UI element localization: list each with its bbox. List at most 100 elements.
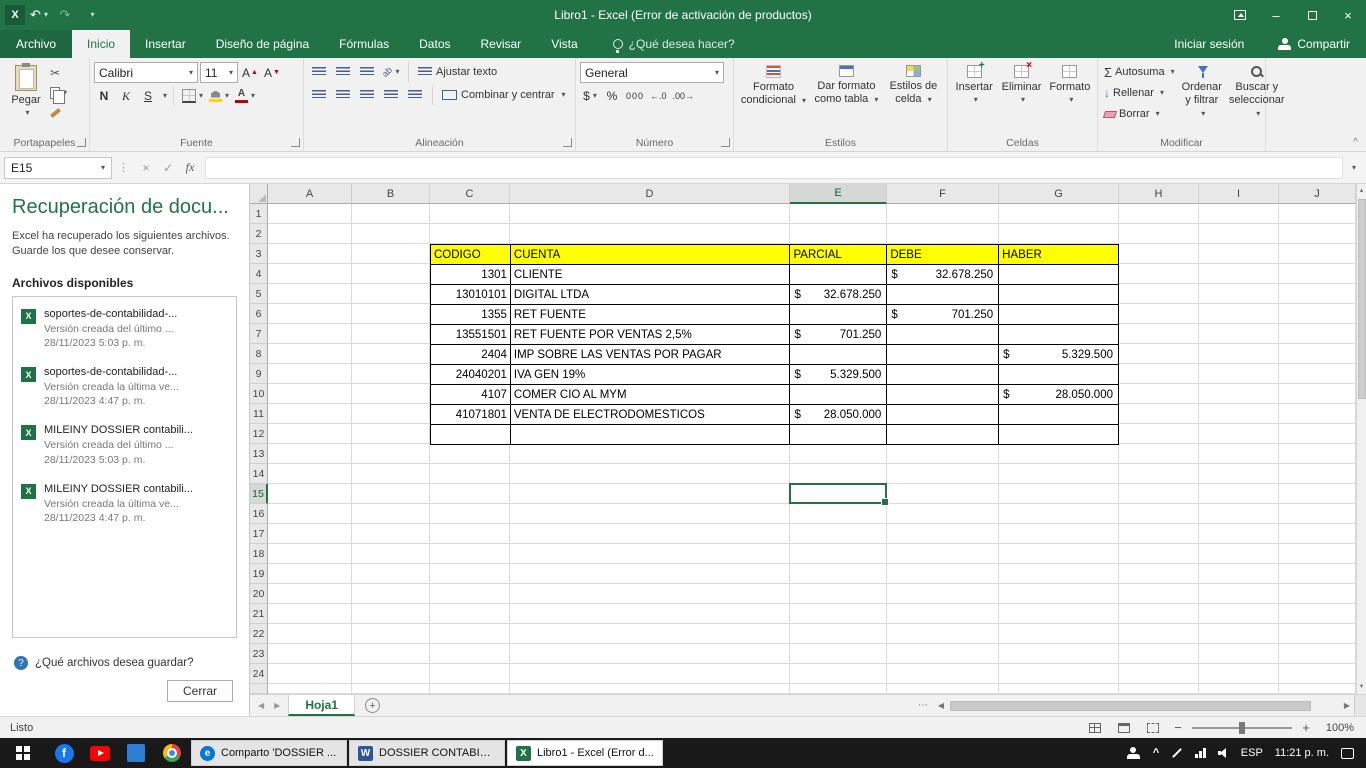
cell-j1[interactable] bbox=[1279, 204, 1356, 224]
conditional-formatting-button[interactable]: Formato condicional ▾ bbox=[738, 62, 809, 134]
cell-g13[interactable] bbox=[999, 444, 1119, 464]
row-header-20[interactable]: 20 bbox=[250, 584, 268, 604]
next-sheet-button[interactable]: ▶ bbox=[274, 701, 280, 710]
cell-b12[interactable] bbox=[352, 424, 430, 444]
row-header-16[interactable]: 16 bbox=[250, 504, 268, 524]
cell-e1[interactable] bbox=[790, 204, 887, 224]
formula-input[interactable] bbox=[205, 156, 1343, 179]
cell-c4[interactable]: 1301 bbox=[430, 264, 510, 284]
cell-h13[interactable] bbox=[1119, 444, 1199, 464]
row-header-18[interactable]: 18 bbox=[250, 544, 268, 564]
row-header-8[interactable]: 8 bbox=[250, 344, 268, 364]
cell-e8[interactable] bbox=[789, 344, 887, 364]
row-header-11[interactable]: 11 bbox=[250, 404, 268, 424]
cell-i16[interactable] bbox=[1199, 504, 1279, 524]
cell-j6[interactable] bbox=[1279, 304, 1356, 324]
cell-g10[interactable]: $28.050.000 bbox=[998, 384, 1118, 404]
excel-app-icon[interactable]: X bbox=[5, 5, 25, 25]
cell-j23[interactable] bbox=[1279, 644, 1356, 664]
cell-g20[interactable] bbox=[999, 584, 1119, 604]
ribbon-tab-vista[interactable]: Vista bbox=[536, 30, 592, 58]
cell-j22[interactable] bbox=[1279, 624, 1356, 644]
ribbon-tab-inicio[interactable]: Inicio bbox=[72, 30, 131, 58]
cell-e16[interactable] bbox=[790, 504, 887, 524]
taskbar-icon-facebook[interactable]: f bbox=[46, 738, 82, 768]
cell-f24[interactable] bbox=[887, 664, 999, 684]
cell-h14[interactable] bbox=[1119, 464, 1199, 484]
cell-d2[interactable] bbox=[510, 224, 790, 244]
cell-d22[interactable] bbox=[510, 624, 790, 644]
cell-d16[interactable] bbox=[510, 504, 790, 524]
start-button[interactable] bbox=[0, 738, 46, 768]
cell-h5[interactable] bbox=[1119, 284, 1199, 304]
cell-e5[interactable]: $32.678.250 bbox=[789, 284, 887, 304]
align-top-button[interactable] bbox=[308, 62, 330, 82]
insert-cells-button[interactable]: + Insertar ▾ bbox=[952, 60, 996, 134]
cell-a10[interactable] bbox=[268, 384, 352, 404]
cell-b11[interactable] bbox=[352, 404, 430, 424]
cell-g21[interactable] bbox=[999, 604, 1119, 624]
format-painter-button[interactable] bbox=[48, 104, 69, 122]
cell-e6[interactable] bbox=[789, 304, 887, 324]
row-header-23[interactable]: 23 bbox=[250, 644, 268, 664]
cell-f22[interactable] bbox=[887, 624, 999, 644]
decrease-indent-button[interactable] bbox=[380, 85, 402, 105]
cell-d3[interactable]: CUENTA bbox=[509, 244, 790, 264]
close-pane-button[interactable]: Cerrar bbox=[166, 680, 233, 702]
cell-d18[interactable] bbox=[510, 544, 790, 564]
cell-c21[interactable] bbox=[430, 604, 510, 624]
recovered-file-item[interactable]: Xsoportes-de-contabilidad-... Versión cre… bbox=[13, 359, 236, 417]
cell-g16[interactable] bbox=[999, 504, 1119, 524]
format-cells-button[interactable]: Formato ▾ bbox=[1047, 62, 1093, 134]
cell-e7[interactable]: $701.250 bbox=[789, 324, 887, 344]
cell-c18[interactable] bbox=[430, 544, 510, 564]
autosum-button[interactable]: Σ Autosuma ▾ bbox=[1102, 62, 1177, 82]
ribbon-tab-revisar[interactable]: Revisar bbox=[466, 30, 537, 58]
cell-j13[interactable] bbox=[1279, 444, 1356, 464]
cell-b16[interactable] bbox=[352, 504, 430, 524]
cell-j20[interactable] bbox=[1279, 584, 1356, 604]
cell-b24[interactable] bbox=[352, 664, 430, 684]
maximize-button[interactable] bbox=[1294, 0, 1330, 30]
cell-d4[interactable]: CLIENTE bbox=[509, 264, 790, 284]
cell-a7[interactable] bbox=[268, 324, 352, 344]
cell-g6[interactable] bbox=[998, 304, 1118, 324]
cell-c2[interactable] bbox=[430, 224, 510, 244]
cell-g17[interactable] bbox=[999, 524, 1119, 544]
cell-i2[interactable] bbox=[1199, 224, 1279, 244]
cell-b8[interactable] bbox=[352, 344, 430, 364]
delete-cells-button[interactable]: × Eliminar ▾ bbox=[998, 60, 1044, 134]
cell-a23[interactable] bbox=[268, 644, 352, 664]
horizontal-scroll-track[interactable] bbox=[948, 699, 1340, 712]
cell-b22[interactable] bbox=[352, 624, 430, 644]
cell-i21[interactable] bbox=[1199, 604, 1279, 624]
cell-j4[interactable] bbox=[1279, 264, 1356, 284]
cell-j2[interactable] bbox=[1279, 224, 1356, 244]
column-header-e[interactable]: E bbox=[790, 184, 887, 204]
sort-filter-button[interactable]: Ordenar y filtrar ▾ bbox=[1180, 62, 1224, 134]
cell-i20[interactable] bbox=[1199, 584, 1279, 604]
cell-c10[interactable]: 4107 bbox=[430, 384, 510, 404]
cell-d5[interactable]: DIGITAL LTDA bbox=[509, 284, 790, 304]
cell-f20[interactable] bbox=[887, 584, 999, 604]
cell-h11[interactable] bbox=[1119, 404, 1199, 424]
cell-j16[interactable] bbox=[1279, 504, 1356, 524]
cell-h17[interactable] bbox=[1119, 524, 1199, 544]
align-middle-button[interactable] bbox=[332, 62, 354, 82]
column-header-j[interactable]: J bbox=[1279, 184, 1356, 204]
cell-a1[interactable] bbox=[268, 204, 352, 224]
cell-c16[interactable] bbox=[430, 504, 510, 524]
cell-b5[interactable] bbox=[352, 284, 430, 304]
font-size-select[interactable]: 11 ▾ bbox=[200, 62, 238, 83]
row-header-3[interactable]: 3 bbox=[250, 244, 268, 264]
cell-f12[interactable] bbox=[886, 424, 999, 444]
cell-a24[interactable] bbox=[268, 664, 352, 684]
cell-f9[interactable] bbox=[886, 364, 999, 384]
cell-f5[interactable] bbox=[886, 284, 999, 304]
cell-i12[interactable] bbox=[1199, 424, 1279, 444]
cell-b4[interactable] bbox=[352, 264, 430, 284]
column-header-b[interactable]: B bbox=[352, 184, 430, 204]
cell-c7[interactable]: 13551501 bbox=[430, 324, 510, 344]
taskbar-icon-chrome[interactable] bbox=[154, 738, 190, 768]
ribbon-tab-datos[interactable]: Datos bbox=[404, 30, 465, 58]
